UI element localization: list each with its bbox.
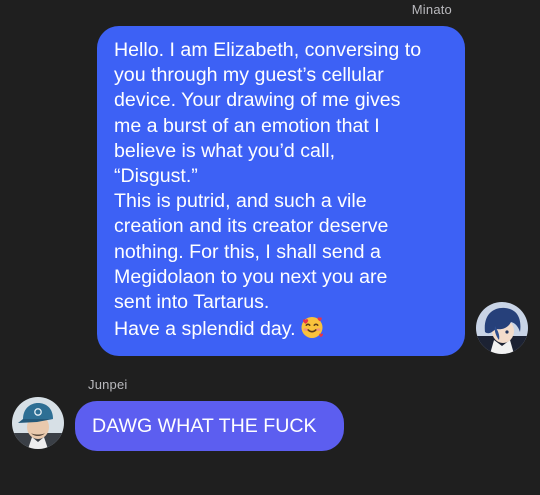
junpei-avatar[interactable]: [12, 397, 64, 449]
message-line: device. Your drawing of me gives: [114, 89, 401, 112]
message-line: creation and its creator deserve: [114, 215, 389, 238]
message-line: “Disgust.”: [114, 165, 198, 188]
message-line: Hello. I am Elizabeth, conversing to: [114, 39, 422, 61]
message-line-text: Have a splendid day.: [114, 318, 296, 341]
message-line: believe is what you’d call,: [114, 139, 336, 162]
message-line: This is putrid, and such a vile: [114, 190, 367, 213]
message-bubble-outgoing[interactable]: Hello. I am Elizabeth, conversing to you…: [97, 26, 465, 356]
message-line-last: Have a splendid day.: [114, 315, 451, 346]
message-bubble-incoming[interactable]: DAWG WHAT THE FUCK: [75, 401, 344, 451]
message-line: you through my guest’s cellular: [114, 64, 384, 87]
message-line: me a burst of an emotion that I: [114, 114, 380, 137]
sender-name-junpei: Junpei: [88, 377, 128, 392]
message-line: Megidolaon to you next you are: [114, 265, 388, 288]
sender-name-minato: Minato: [411, 2, 452, 17]
message-line: sent into Tartarus.: [114, 291, 270, 314]
smiling-face-with-hearts-icon: [300, 315, 324, 346]
minato-avatar[interactable]: [476, 302, 528, 354]
message-line: nothing. For this, I shall send a: [114, 240, 381, 263]
